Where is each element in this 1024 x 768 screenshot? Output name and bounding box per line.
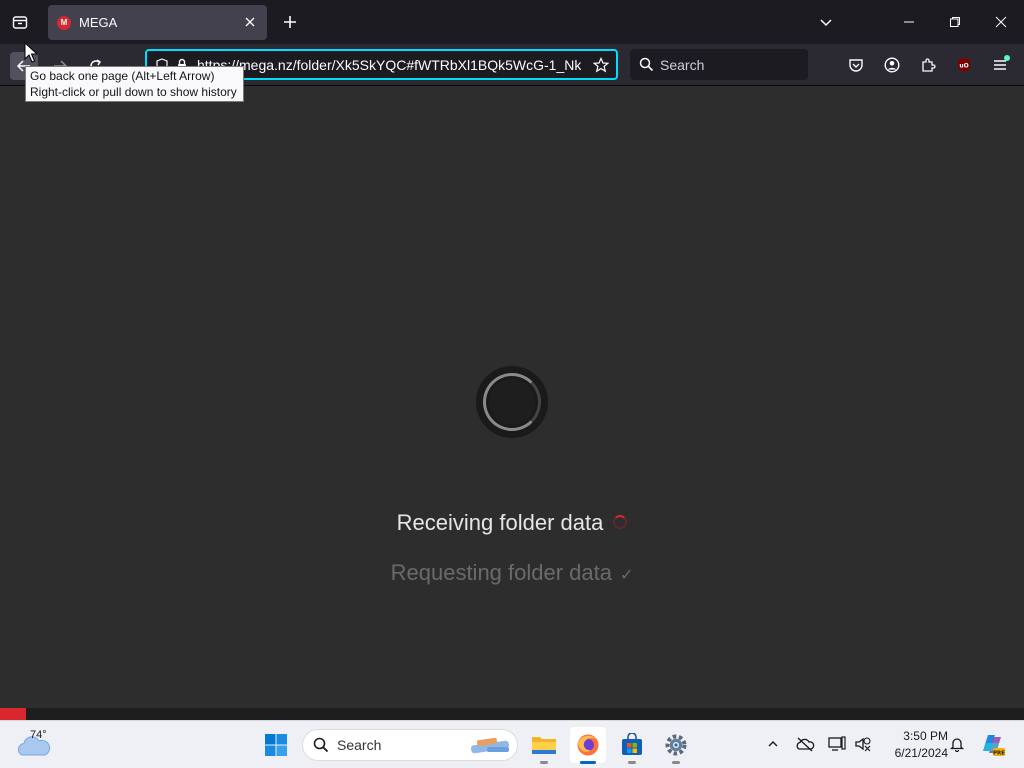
search-icon	[639, 57, 654, 72]
windows-taskbar: 74° Search 3:50 PM 6/21/2024 PRE	[0, 720, 1024, 768]
minimize-button[interactable]	[886, 0, 932, 44]
running-indicator	[540, 761, 548, 764]
active-indicator	[580, 761, 596, 764]
start-button[interactable]	[258, 727, 294, 763]
mega-favicon-icon: M	[57, 15, 71, 30]
bookmark-star-icon[interactable]	[592, 56, 610, 74]
search-icon	[313, 737, 329, 753]
show-hidden-icons-chevron-icon[interactable]	[762, 733, 784, 755]
microsoft-store-bag-icon	[622, 733, 642, 755]
svg-text:PRE: PRE	[993, 750, 1005, 756]
windows-logo-icon	[265, 734, 287, 756]
taskbar-clock[interactable]: 3:50 PM 6/21/2024	[876, 728, 948, 762]
tab-overview-icon[interactable]	[8, 10, 32, 34]
status-done-text: Requesting folder data	[390, 560, 612, 585]
clock-time: 3:50 PM	[903, 729, 948, 743]
file-explorer-folder-icon	[532, 737, 556, 754]
search-bar-placeholder: Search	[660, 56, 705, 73]
taskbar-search-box[interactable]: Search	[302, 729, 518, 761]
status-requesting-folder-data: Requesting folder data ✓	[0, 560, 1024, 586]
volume-muted-icon[interactable]	[852, 733, 874, 755]
tooltip-line-2: Right-click or pull down to show history	[30, 85, 237, 99]
ublock-origin-icon[interactable]: uO	[952, 53, 976, 77]
tab-title: MEGA	[79, 15, 118, 30]
onedrive-offline-icon[interactable]	[794, 733, 816, 755]
running-indicator	[628, 761, 636, 764]
list-all-tabs-chevron-icon[interactable]	[814, 10, 838, 34]
taskbar-search-placeholder: Search	[337, 737, 382, 753]
settings-gear-icon	[665, 734, 687, 756]
app-menu-hamburger-icon[interactable]	[988, 53, 1012, 77]
small-spinner-icon	[613, 515, 628, 530]
svg-text:uO: uO	[959, 63, 968, 70]
checkmark-icon: ✓	[619, 567, 634, 584]
clock-date: 6/21/2024	[894, 746, 948, 760]
page-content: Receiving folder data Requesting folder …	[0, 86, 1024, 708]
taskbar-microsoft-store[interactable]	[614, 727, 650, 764]
notifications-bell-icon[interactable]	[946, 733, 968, 755]
taskbar-settings[interactable]	[658, 727, 694, 764]
weather-widget[interactable]: 74°	[16, 727, 52, 763]
account-icon[interactable]	[880, 53, 904, 77]
loading-progress-bar	[0, 708, 1024, 720]
close-window-button[interactable]	[978, 0, 1024, 44]
pocket-icon[interactable]	[844, 53, 868, 77]
loading-progress-fill	[0, 708, 26, 720]
tooltip-line-1: Go back one page (Alt+Left Arrow)	[30, 69, 215, 83]
mouse-pointer-icon	[24, 42, 38, 63]
tab-mega[interactable]: M MEGA	[48, 5, 267, 40]
loading-spinner	[476, 366, 548, 438]
status-receiving-folder-data: Receiving folder data	[0, 510, 1024, 536]
firefox-icon	[577, 734, 599, 756]
extensions-puzzle-icon[interactable]	[916, 53, 940, 77]
url-text[interactable]: https://mega.nz/folder/Xk5SkYQC#fWTRbXl1…	[197, 57, 581, 73]
taskbar-firefox[interactable]	[570, 727, 606, 764]
tab-strip: M MEGA	[0, 0, 1024, 44]
running-indicator	[672, 761, 680, 764]
new-tab-button[interactable]	[278, 10, 302, 34]
network-display-icon[interactable]	[826, 733, 848, 755]
loading-spinner-ring	[483, 373, 541, 431]
status-active-text: Receiving folder data	[396, 510, 604, 535]
back-button-tooltip: Go back one page (Alt+Left Arrow) Right-…	[25, 66, 244, 102]
copilot-pre-icon[interactable]: PRE	[978, 730, 1006, 758]
temperature-label: 74°	[30, 729, 47, 741]
loading-spinner-core	[489, 379, 535, 425]
close-tab-icon[interactable]	[241, 13, 259, 31]
update-badge	[1004, 55, 1010, 61]
search-highlight-icon	[471, 737, 509, 754]
search-bar[interactable]: Search	[630, 49, 808, 80]
taskbar-file-explorer[interactable]	[526, 727, 562, 764]
restore-button[interactable]	[932, 0, 978, 44]
